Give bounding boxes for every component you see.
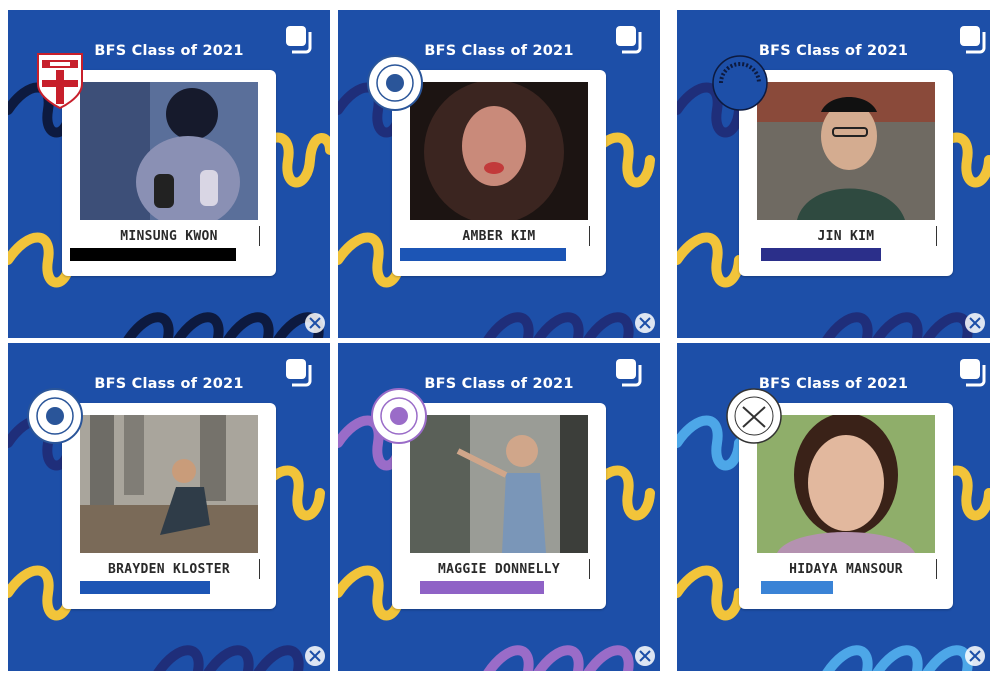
student-photo [757, 415, 935, 553]
copy-icon[interactable] [958, 357, 988, 387]
student-card: MINSUNG KWON [62, 70, 276, 276]
student-photo [410, 82, 588, 220]
student-post[interactable]: BFS Class of 2021 AMBER KIM [338, 10, 660, 338]
student-grid: BFS Class of 2021 MINSUNG KWON BFS Class… [0, 0, 990, 673]
corner-badge-icon [965, 646, 985, 666]
student-post[interactable]: BFS Class of 2021 JIN KIM [677, 10, 990, 338]
student-name: BRAYDEN KLOSTER [108, 562, 230, 577]
university-seal-icon [367, 55, 423, 111]
name-color-bar [761, 248, 881, 261]
student-post[interactable]: BFS Class of 2021 BRAYDEN KLOSTER [8, 343, 330, 671]
university-seal-icon [726, 388, 782, 444]
name-divider [936, 559, 937, 579]
student-card: AMBER KIM [392, 70, 606, 276]
copy-icon[interactable] [958, 24, 988, 54]
name-divider [589, 559, 590, 579]
corner-badge-icon [965, 313, 985, 333]
name-color-bar [420, 581, 544, 594]
student-photo [80, 82, 258, 220]
student-photo [80, 415, 258, 553]
copy-icon[interactable] [614, 24, 644, 54]
student-post[interactable]: BFS Class of 2021 MINSUNG KWON [8, 10, 330, 338]
student-name: JIN KIM [817, 229, 875, 244]
university-seal-icon [371, 388, 427, 444]
student-card: BRAYDEN KLOSTER [62, 403, 276, 609]
corner-badge-icon [635, 646, 655, 666]
class-title: BFS Class of 2021 [758, 376, 909, 392]
student-card: JIN KIM [739, 70, 953, 276]
copy-icon[interactable] [284, 24, 314, 54]
student-post[interactable]: BFS Class of 2021 HIDAYA MANSOUR [677, 343, 990, 671]
student-name: HIDAYA MANSOUR [789, 562, 903, 577]
student-name: MINSUNG KWON [120, 229, 218, 244]
name-color-bar [400, 248, 566, 261]
university-seal-icon [712, 55, 768, 111]
student-name: MAGGIE DONNELLY [438, 562, 560, 577]
corner-badge-icon [305, 646, 325, 666]
student-name: AMBER KIM [462, 229, 536, 244]
name-divider [259, 559, 260, 579]
name-divider [936, 226, 937, 246]
corner-badge-icon [635, 313, 655, 333]
copy-icon[interactable] [284, 357, 314, 387]
name-divider [259, 226, 260, 246]
student-photo [410, 415, 588, 553]
university-seal-icon [27, 388, 83, 444]
copy-icon[interactable] [614, 357, 644, 387]
corner-badge-icon [305, 313, 325, 333]
student-photo [757, 82, 935, 220]
name-color-bar [761, 581, 833, 594]
university-crest-icon [37, 53, 83, 110]
name-color-bar [70, 248, 236, 261]
name-color-bar [80, 581, 210, 594]
name-divider [589, 226, 590, 246]
student-post[interactable]: BFS Class of 2021 MAGGIE DONNELLY [338, 343, 660, 671]
